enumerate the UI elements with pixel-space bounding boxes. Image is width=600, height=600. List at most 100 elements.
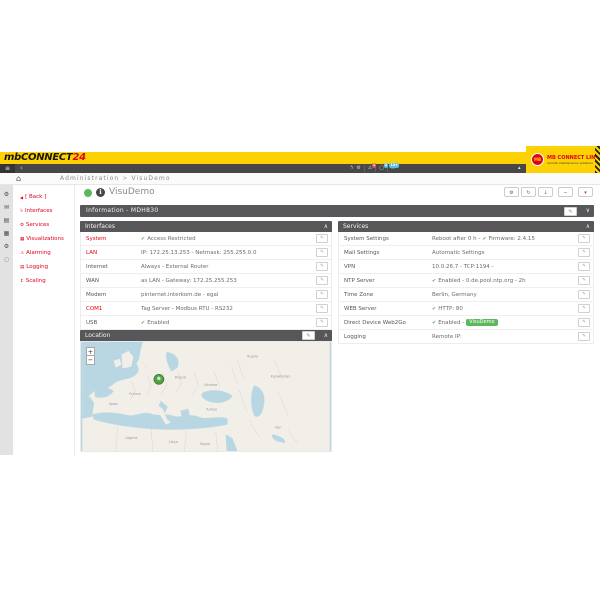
nav-icon-strip: ⚙ ✉ ▤ ▦ ⚙ ◌ [0, 185, 13, 455]
monitor2-icon[interactable]: ▤ [0, 217, 13, 224]
updown-icon: ↕ [20, 279, 24, 284]
chevron-up-icon[interactable]: ∧ [324, 330, 328, 341]
chevron-up-icon[interactable]: ∧ [586, 221, 590, 232]
logo-24: 24 [72, 152, 85, 163]
edit-button[interactable]: ✎ [316, 304, 328, 313]
check-icon: ✔ [141, 236, 145, 242]
map-marker[interactable] [154, 374, 164, 384]
check-icon: ✔ [432, 320, 436, 326]
edit-button[interactable]: ✎ [578, 318, 590, 327]
row-value: Tag Server - Modbus RTU - RS232 [141, 306, 314, 312]
info-icon[interactable]: i [96, 188, 105, 197]
sidebar-item-label: Interfaces [25, 208, 53, 214]
breadcrumb-bar: ⌂ Administration>VisuDemo [0, 173, 600, 185]
toolbar-icons: ϟ ⚙ ⚠1 ▢2 ✉10+ [350, 164, 395, 173]
edit-location-button[interactable]: ✎ [302, 331, 315, 340]
refresh-button[interactable]: ↻ [521, 187, 536, 197]
zoom-in-button[interactable]: + [86, 347, 95, 356]
gear-icon[interactable]: ⚙ [356, 164, 360, 173]
map-country-label: Egypt [200, 442, 211, 446]
edit-button[interactable]: ✎ [316, 234, 328, 243]
information-title: Information - MDH830 [80, 205, 594, 217]
table-row: System SettingsReboot after 0 h -✔Firmwa… [339, 232, 593, 246]
edit-button[interactable]: ✎ [316, 248, 328, 257]
check-icon: ✔ [432, 306, 436, 312]
row-label: WEB Server [339, 306, 432, 312]
back-arrow-icon: ◀ [20, 195, 23, 200]
collapse-back-button[interactable]: ‹ [20, 164, 23, 172]
zoom-out-button[interactable]: − [86, 356, 95, 365]
interfaces-panel-header[interactable]: Interfaces ∧ [80, 221, 332, 232]
status-online-dot [84, 189, 92, 197]
sidebar-item-interfaces[interactable]: ϟInterfaces [20, 208, 74, 214]
sidebar-item-logging[interactable]: ▤Logging [20, 264, 74, 270]
archive-icon[interactable]: ▦ [0, 230, 13, 237]
chevron-left-icon: ‹ [20, 164, 23, 172]
edit-button[interactable]: ✎ [578, 248, 590, 257]
map-country-label: Russia [247, 355, 258, 359]
row-value: IP: 172.25.13.253 - Netmask: 255.255.0.0 [141, 250, 314, 256]
row-label: Logging [339, 334, 432, 340]
edit-button[interactable]: ✎ [316, 276, 328, 285]
remove-button[interactable]: − [558, 187, 573, 197]
row-value: Automatic Settings [432, 250, 576, 256]
location-map[interactable]: RussiaPolandUkraineFranceSpainTurkeyKaza… [80, 341, 332, 452]
table-row: NTP Server✔Enabled - 0.de.pool.ntp.org -… [339, 274, 593, 288]
menu-toggle-button[interactable]: ≡ [0, 164, 15, 173]
sidebar-item-services[interactable]: ⚙Services [20, 222, 74, 228]
content-columns: Interfaces ∧ System✔Access Restricted✎LA… [80, 221, 594, 452]
sidebar-items: ϟInterfaces ⚙Services ▦Visualizations ⚠Alar… [13, 208, 74, 284]
edit-button[interactable]: ✎ [578, 262, 590, 271]
sidebar-item-label: Services [26, 222, 49, 228]
chevron-up-icon[interactable]: ∧ [324, 221, 328, 232]
chevron-down-icon[interactable]: ∨ [586, 205, 590, 217]
breadcrumb-parent[interactable]: Administration [60, 175, 119, 182]
sidebar-item-visualizations[interactable]: ▦Visualizations [20, 236, 74, 242]
location-panel-title: Location [85, 332, 110, 339]
messages-envelope-icon[interactable]: ✉10+ [391, 164, 395, 173]
row-value: ✔Enabled -VisuDemo [432, 319, 576, 326]
edit-button[interactable]: ✎ [316, 318, 328, 327]
edit-button[interactable]: ✎ [578, 276, 590, 285]
edit-button[interactable]: ✎ [578, 290, 590, 299]
services-panel-header[interactable]: Services ∧ [338, 221, 594, 232]
sidebar-item-alarming[interactable]: ⚠Alarming [20, 250, 74, 256]
device-monitor-icon[interactable]: ▢2 [379, 164, 384, 173]
map-country-label: Turkey [205, 408, 217, 412]
header-collapse-caret[interactable]: ▴ [518, 164, 521, 173]
download-button[interactable]: ↓ [538, 187, 553, 197]
services-table: System SettingsReboot after 0 h -✔Firmwa… [338, 232, 594, 344]
table-row: Mail SettingsAutomatic Settings✎ [339, 246, 593, 260]
gear-icon[interactable]: ⚙ [0, 243, 13, 250]
row-label: System [81, 236, 141, 242]
more-actions-button[interactable]: ▾ [578, 187, 593, 197]
mb-circle-logo-icon: MB [531, 153, 544, 166]
interfaces-table: System✔Access Restricted✎LANIP: 172.25.1… [80, 232, 332, 330]
alarm-count-badge: 1 [372, 163, 376, 168]
information-header[interactable]: Information - MDH830 ✎ ∨ [80, 205, 594, 217]
location-panel-header[interactable]: Location ✎ ∧ [80, 330, 332, 341]
row-value: Remote IP: [432, 334, 576, 340]
wrench-button[interactable]: ⚙ [504, 187, 519, 197]
logo-connect: CONNECT [21, 152, 72, 163]
envelope-icon[interactable]: ✉ [0, 204, 13, 211]
home-icon[interactable]: ⌂ [16, 173, 21, 184]
caret-up-icon: ▴ [518, 165, 521, 171]
app-window: mbCONNECT24 ≡ ‹ ϟ ⚙ ⚠1 ▢2 ✉10+ ▴ MB MB C… [0, 0, 600, 600]
edit-button[interactable]: ✎ [578, 332, 590, 341]
gear-icon[interactable]: ⚙ [0, 191, 13, 198]
edit-button[interactable]: ✎ [578, 234, 590, 243]
edit-button[interactable]: ✎ [578, 304, 590, 313]
alarm-warning-icon[interactable]: ⚠1 [368, 164, 372, 173]
edit-information-button[interactable]: ✎ [564, 207, 577, 216]
message-count-badge: 10+ [389, 163, 399, 168]
sidebar-item-scaling[interactable]: ↕Scaling [20, 278, 74, 284]
row-value: as LAN - Gateway: 172.25.255.253 [141, 278, 314, 284]
company-logo: MB MB CONNECT LINE remote maintenance so… [526, 146, 600, 173]
circle-icon[interactable]: ◌ [0, 256, 13, 263]
sidebar-item-label: Alarming [26, 250, 51, 256]
edit-button[interactable]: ✎ [316, 262, 328, 271]
sidebar-back-link[interactable]: ◀ [ Back ] [20, 194, 74, 200]
edit-button[interactable]: ✎ [316, 290, 328, 299]
lightning-icon[interactable]: ϟ [350, 164, 353, 173]
